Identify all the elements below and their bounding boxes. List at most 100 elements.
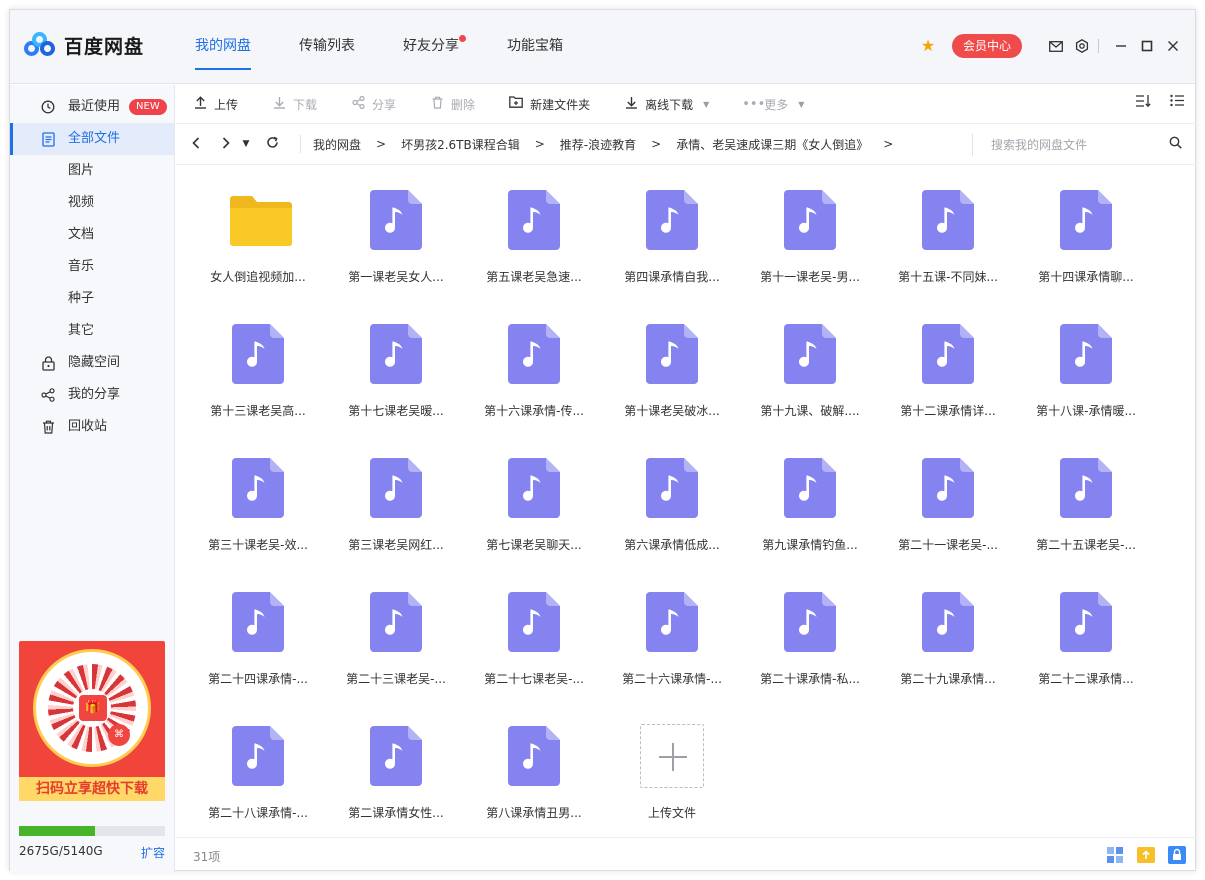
file-item[interactable]: 第九课承情钓鱼...	[746, 434, 874, 554]
file-item[interactable]: 第二十二课承情...	[1022, 568, 1150, 688]
sidebar-item-3[interactable]: 视频	[10, 187, 174, 219]
sidebar-item-5[interactable]: 音乐	[10, 251, 174, 283]
sidebar-item-2[interactable]: 图片	[10, 155, 174, 187]
breadcrumb-item[interactable]: 承情、老吴速成课三期《女人倒追》	[676, 136, 868, 153]
cloud-upload-icon[interactable]	[1136, 845, 1156, 865]
file-item[interactable]: 第二十七课老吴-...	[470, 568, 598, 688]
sidebar-item-9[interactable]: 我的分享	[10, 379, 174, 411]
file-item[interactable]: 第十五课-不同妹...	[884, 166, 1012, 286]
address-bar: ▼ 我的网盘 > 坏男孩2.6TB课程合辑 > 推荐-浪迹教育 > 承情、老吴速成课三期《女…	[176, 123, 1197, 165]
sidebar-item-4[interactable]: 文档	[10, 219, 174, 251]
file-item[interactable]: 第七课老吴聊天...	[470, 434, 598, 554]
maximize-icon[interactable]	[1137, 36, 1157, 56]
upload-file-tile[interactable]: 上传文件	[608, 702, 736, 822]
file-item[interactable]: 第二十六课承情-...	[608, 568, 736, 688]
audio-file-icon	[784, 190, 836, 250]
back-arrow-icon[interactable]	[186, 134, 206, 154]
breadcrumb-item[interactable]: 我的网盘	[313, 136, 361, 153]
file-item[interactable]: 第二十课承情-私...	[746, 568, 874, 688]
share-button[interactable]: 分享	[350, 92, 396, 116]
refresh-icon[interactable]	[262, 134, 282, 154]
promo-qr-banner[interactable]: 🎁 ⌘ 扫码立享超快下载	[19, 641, 165, 801]
sidebar-item-1[interactable]: 全部文件	[10, 123, 174, 155]
nav-tab-0[interactable]: 我的网盘	[182, 10, 264, 84]
sidebar-item-7[interactable]: 其它	[10, 315, 174, 347]
audio-file-icon	[784, 458, 836, 518]
sidebar-item-6[interactable]: 种子	[10, 283, 174, 315]
nav-tab-1[interactable]: 传输列表	[286, 10, 368, 84]
download-icon	[271, 96, 287, 113]
file-item[interactable]: 第二十五课老吴-...	[1022, 434, 1150, 554]
search-input[interactable]	[991, 135, 1151, 155]
delete-button[interactable]: 删除	[429, 92, 475, 116]
file-item[interactable]: 第十四课承情聊...	[1022, 166, 1150, 286]
more-button[interactable]: ••• 更多 ▼	[742, 92, 804, 116]
sort-icon[interactable]	[1133, 94, 1153, 114]
file-item[interactable]: 女人倒追视频加...	[194, 166, 322, 286]
file-item[interactable]: 第十课老吴破冰...	[608, 300, 736, 420]
file-item[interactable]: 第十九课、破解....	[746, 300, 874, 420]
audio-file-icon	[646, 592, 698, 652]
file-item[interactable]: 第四课承情自我...	[608, 166, 736, 286]
forward-arrow-icon[interactable]	[216, 134, 236, 154]
file-item[interactable]: 第八课承情丑男...	[470, 702, 598, 822]
close-icon[interactable]	[1163, 36, 1183, 56]
file-item[interactable]: 第一课老吴女人...	[332, 166, 460, 286]
sidebar-item-0[interactable]: 最近使用 NEW	[10, 91, 174, 123]
file-name: 第二十三课老吴-...	[346, 672, 446, 686]
apps-grid-icon[interactable]	[1105, 845, 1125, 865]
crown-icon[interactable]: ★	[918, 36, 938, 56]
share-label: 分享	[372, 97, 397, 112]
settings-icon[interactable]	[1072, 36, 1092, 56]
file-item[interactable]: 第十一课老吴-男...	[746, 166, 874, 286]
search-icon[interactable]	[1166, 136, 1184, 154]
history-dropdown-icon[interactable]: ▼	[240, 134, 252, 154]
upload-button[interactable]: 上传	[192, 92, 238, 116]
expand-storage-link[interactable]: 扩容	[141, 844, 165, 861]
file-item[interactable]: 第五课老吴急速...	[470, 166, 598, 286]
new-folder-button[interactable]: 新建文件夹	[508, 92, 590, 116]
chevron-down-icon[interactable]: ▼	[798, 100, 804, 109]
sidebar-item-8[interactable]: 隐藏空间	[10, 347, 174, 379]
file-item[interactable]: 第十七课老吴暧...	[332, 300, 460, 420]
breadcrumb-separator: >	[376, 137, 387, 151]
audio-file-icon	[646, 190, 698, 250]
list-view-icon[interactable]	[1167, 94, 1187, 114]
app-logo[interactable]: 百度网盘	[24, 30, 144, 60]
breadcrumb-item[interactable]: 推荐-浪迹教育	[560, 136, 636, 153]
file-item[interactable]: 第十三课老吴高...	[194, 300, 322, 420]
file-item[interactable]: 第二十三课老吴-...	[332, 568, 460, 688]
file-item[interactable]: 第十六课承情-传...	[470, 300, 598, 420]
download-button[interactable]: 下载	[271, 92, 317, 116]
sidebar-item-label: 其它	[68, 323, 95, 338]
offline-download-button[interactable]: 离线下载 ▼	[623, 92, 709, 116]
audio-file-icon	[922, 458, 974, 518]
file-item[interactable]: 第十八课-承情暖...	[1022, 300, 1150, 420]
file-item[interactable]: 第十二课承情详...	[884, 300, 1012, 420]
file-item[interactable]: 第三课老吴网红...	[332, 434, 460, 554]
file-item[interactable]: 第三十课老吴-效...	[194, 434, 322, 554]
nav-tab-2[interactable]: 好友分享	[390, 10, 472, 84]
upload-icon	[192, 95, 208, 113]
file-item[interactable]: 第二十九课承情...	[884, 568, 1012, 688]
vip-center-button[interactable]: 会员中心	[951, 34, 1022, 58]
share-icon	[40, 387, 56, 403]
lock-icon[interactable]	[1167, 845, 1187, 865]
file-name: 第九课承情钓鱼...	[762, 538, 858, 552]
mail-icon[interactable]	[1046, 36, 1066, 56]
breadcrumb-item[interactable]: 坏男孩2.6TB课程合辑	[401, 136, 520, 153]
folder-icon	[230, 196, 292, 246]
file-name: 第十六课承情-传...	[484, 404, 584, 418]
file-item[interactable]: 第二十八课承情-...	[194, 702, 322, 822]
file-item[interactable]: 第六课承情低成...	[608, 434, 736, 554]
file-item[interactable]: 第二十一课老吴-...	[884, 434, 1012, 554]
trash-icon	[429, 96, 445, 113]
chevron-down-icon[interactable]: ▼	[703, 100, 709, 109]
nav-tab-3[interactable]: 功能宝箱	[494, 10, 576, 84]
file-item[interactable]: 第二十四课承情-...	[194, 568, 322, 688]
file-item[interactable]: 第二课承情女性...	[332, 702, 460, 822]
offline-download-icon	[623, 96, 639, 113]
sidebar-item-label: 回收站	[68, 419, 108, 434]
minimize-icon[interactable]	[1111, 36, 1131, 56]
sidebar-item-10[interactable]: 回收站	[10, 411, 174, 443]
